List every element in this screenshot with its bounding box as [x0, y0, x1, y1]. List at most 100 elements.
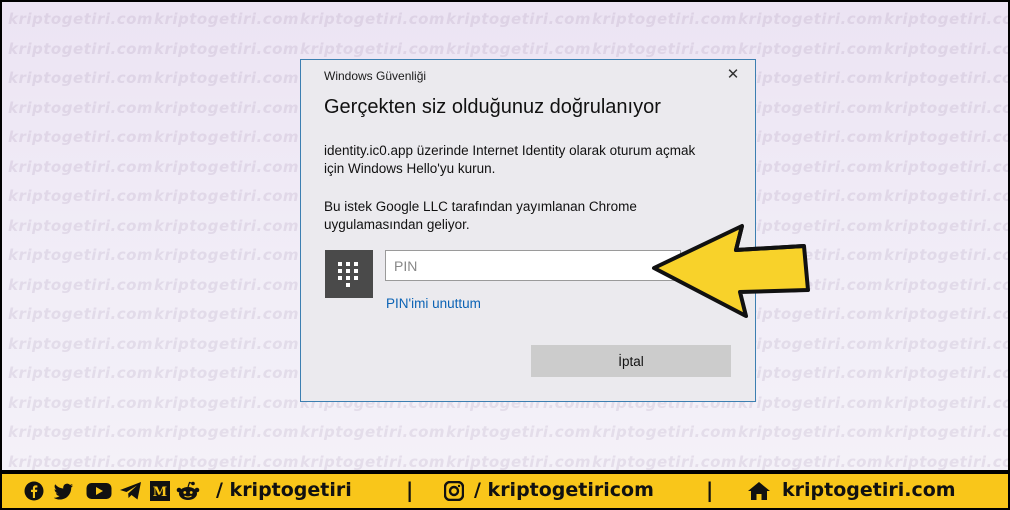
watermark-text: kriptogetiri.com [738, 69, 884, 87]
watermark-text: kriptogetiri.com [154, 216, 300, 235]
watermark-text: kriptogetiri.com [300, 423, 446, 441]
watermark-text: kriptogetiri.com [738, 10, 884, 28]
watermark-text: kriptogetiri.com [446, 452, 592, 471]
watermark-text: kriptogetiri.com [8, 275, 154, 294]
pin-keypad-icon [325, 250, 373, 298]
watermark-text: kriptogetiri.com [738, 157, 884, 176]
home-icon[interactable] [747, 481, 771, 501]
watermark-text: kriptogetiri.com [592, 10, 738, 28]
pin-input[interactable] [385, 250, 681, 281]
watermark-text: kriptogetiri.com [446, 39, 592, 58]
watermark-text: kriptogetiri.com [738, 128, 884, 146]
watermark-text: kriptogetiri.com [154, 128, 300, 146]
forgot-pin-link[interactable]: PIN'imi unuttum [386, 296, 481, 311]
telegram-icon[interactable] [119, 481, 143, 501]
watermark-text: kriptogetiri.com [884, 157, 1008, 176]
footer-separator: | [706, 478, 714, 502]
watermark-text: kriptogetiri.com [592, 423, 738, 441]
watermark-text: kriptogetiri.com [884, 305, 1008, 323]
setup-message: identity.ic0.app üzerinde Internet Ident… [324, 142, 744, 178]
watermark-text: kriptogetiri.com [154, 452, 300, 471]
watermark-row: kriptogetiri.comkriptogetiri.comkriptoge… [8, 10, 1008, 28]
cancel-button[interactable]: İptal [531, 345, 731, 377]
watermark-text: kriptogetiri.com [8, 98, 154, 117]
watermark-text: kriptogetiri.com [8, 216, 154, 235]
watermark-text: kriptogetiri.com [884, 39, 1008, 58]
watermark-text: kriptogetiri.com [884, 275, 1008, 294]
watermark-text: kriptogetiri.com [884, 364, 1008, 382]
watermark-text: kriptogetiri.com [738, 423, 884, 441]
youtube-icon[interactable] [86, 481, 112, 501]
watermark-text: kriptogetiri.com [884, 393, 1008, 412]
watermark-text: kriptogetiri.com [154, 246, 300, 264]
watermark-text: kriptogetiri.com [300, 10, 446, 28]
yellow-arrow-icon [652, 224, 810, 318]
watermark-row: kriptogetiri.comkriptogetiri.comkriptoge… [8, 40, 1008, 58]
watermark-text: kriptogetiri.com [8, 246, 154, 264]
watermark-text: kriptogetiri.com [884, 423, 1008, 441]
watermark-text: kriptogetiri.com [446, 10, 592, 28]
watermark-text: kriptogetiri.com [300, 39, 446, 58]
watermark-text: kriptogetiri.com [8, 393, 154, 412]
footer-bar: M / kriptogetiri | / kriptogetiricom | k… [2, 472, 1008, 508]
dialog-caption: Windows Güvenliği [324, 69, 427, 83]
watermark-text: kriptogetiri.com [884, 452, 1008, 471]
watermark-text: kriptogetiri.com [884, 216, 1008, 235]
watermark-text: kriptogetiri.com [8, 187, 154, 205]
instagram-handle[interactable]: / kriptogetiricom [474, 479, 654, 501]
watermark-text: kriptogetiri.com [8, 69, 154, 87]
watermark-text: kriptogetiri.com [8, 364, 154, 382]
instagram-icon[interactable] [444, 481, 464, 501]
watermark-text: kriptogetiri.com [300, 452, 446, 471]
reddit-icon[interactable] [176, 481, 200, 501]
watermark-text: kriptogetiri.com [738, 39, 884, 58]
watermark-text: kriptogetiri.com [446, 423, 592, 441]
watermark-row: kriptogetiri.comkriptogetiri.comkriptoge… [8, 423, 1008, 441]
watermark-text: kriptogetiri.com [8, 39, 154, 58]
watermark-text: kriptogetiri.com [154, 364, 300, 382]
watermark-text: kriptogetiri.com [154, 69, 300, 87]
watermark-text: kriptogetiri.com [738, 187, 884, 205]
watermark-text: kriptogetiri.com [738, 452, 884, 471]
watermark-text: kriptogetiri.com [154, 187, 300, 205]
website-link[interactable]: kriptogetiri.com [782, 479, 956, 501]
watermark-text: kriptogetiri.com [154, 98, 300, 117]
watermark-text: kriptogetiri.com [8, 128, 154, 146]
watermark-text: kriptogetiri.com [8, 157, 154, 176]
watermark-row: kriptogetiri.comkriptogetiri.comkriptoge… [8, 453, 1008, 471]
watermark-text: kriptogetiri.com [8, 10, 154, 28]
watermark-text: kriptogetiri.com [154, 275, 300, 294]
watermark-text: kriptogetiri.com [884, 128, 1008, 146]
watermark-text: kriptogetiri.com [884, 98, 1008, 117]
watermark-text: kriptogetiri.com [154, 39, 300, 58]
watermark-text: kriptogetiri.com [8, 305, 154, 323]
dialog-title: Gerçekten siz olduğunuz doğrulanıyor [324, 96, 661, 118]
watermark-text: kriptogetiri.com [884, 187, 1008, 205]
watermark-text: kriptogetiri.com [884, 246, 1008, 264]
watermark-text: kriptogetiri.com [154, 305, 300, 323]
watermark-text: kriptogetiri.com [884, 334, 1008, 353]
close-icon[interactable]: ✕ [725, 66, 741, 82]
setup-message-line-2: için Windows Hello'yu kurun. [324, 161, 496, 176]
twitter-icon[interactable] [54, 481, 74, 501]
watermark-text: kriptogetiri.com [738, 334, 884, 353]
watermark-text: kriptogetiri.com [884, 69, 1008, 87]
watermark-text: kriptogetiri.com [592, 452, 738, 471]
facebook-icon[interactable] [24, 481, 44, 501]
watermark-text: kriptogetiri.com [154, 334, 300, 353]
social-handle[interactable]: / kriptogetiri [216, 479, 352, 501]
watermark-text: kriptogetiri.com [154, 423, 300, 441]
watermark-text: kriptogetiri.com [8, 452, 154, 471]
watermark-text: kriptogetiri.com [154, 10, 300, 28]
footer-separator: | [406, 478, 414, 502]
setup-message-line-1: identity.ic0.app üzerinde Internet Ident… [324, 143, 696, 158]
medium-icon[interactable]: M [150, 481, 170, 501]
watermark-text: kriptogetiri.com [154, 393, 300, 412]
watermark-text: kriptogetiri.com [738, 364, 884, 382]
watermark-text: kriptogetiri.com [8, 334, 154, 353]
watermark-text: kriptogetiri.com [738, 393, 884, 412]
svg-text:M: M [153, 485, 167, 500]
watermark-text: kriptogetiri.com [8, 423, 154, 441]
watermark-text: kriptogetiri.com [154, 157, 300, 176]
watermark-text: kriptogetiri.com [592, 39, 738, 58]
